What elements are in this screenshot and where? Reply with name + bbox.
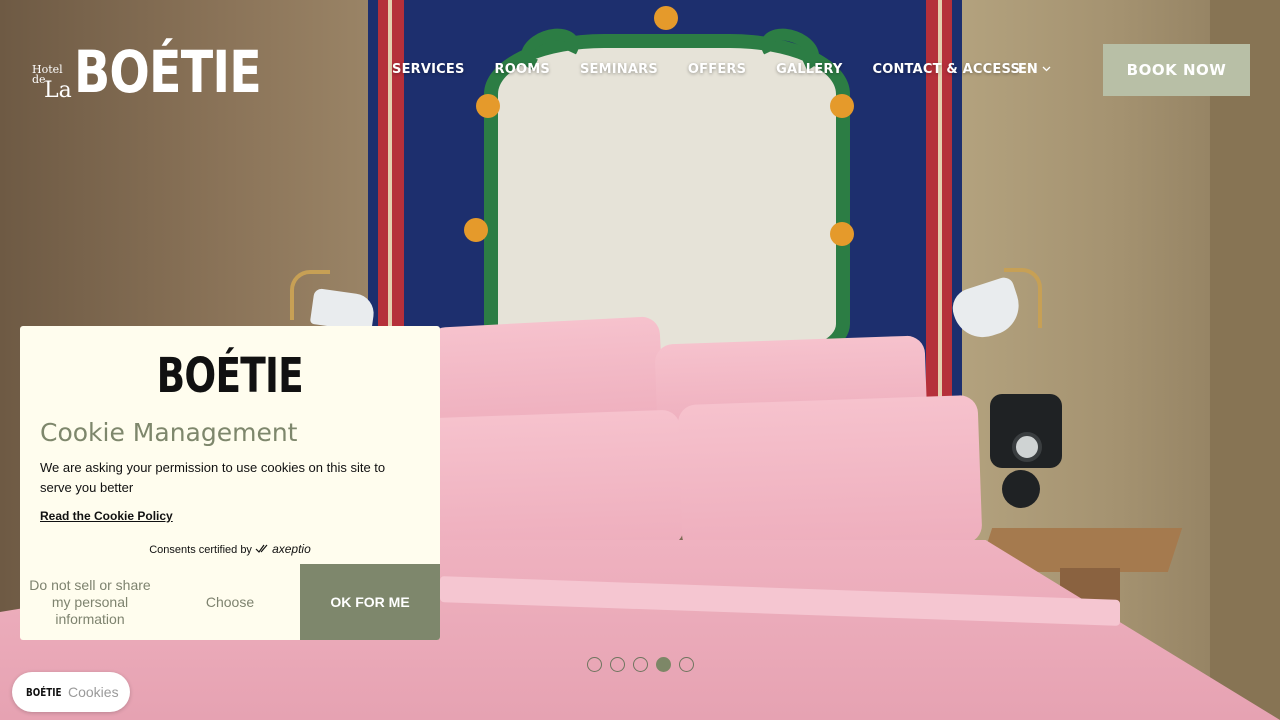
carousel-dot[interactable] <box>587 657 602 672</box>
cookie-banner: BOÉTIE Cookie Management We are asking y… <box>20 326 440 640</box>
carousel-dot[interactable] <box>610 657 625 672</box>
logo-name-text: BOÉTIE <box>74 38 262 106</box>
chevron-down-icon <box>1042 65 1051 75</box>
tapestry-dot <box>830 222 854 246</box>
telephone-dial <box>1012 432 1042 462</box>
cookie-banner-title: Cookie Management <box>40 418 298 447</box>
do-not-sell-button[interactable]: Do not sell or share my personal informa… <box>20 564 160 640</box>
cookie-banner-message: We are asking your permission to use coo… <box>40 460 386 495</box>
consent-certification: Consents certified by axeptio <box>20 542 440 556</box>
logo-la-text: La <box>44 78 72 103</box>
nav-services[interactable]: SERVICES <box>392 62 465 77</box>
main-nav: SERVICES ROOMS SEMINARS OFFERS GALLERY C… <box>392 62 1020 77</box>
cookies-pill-logo: BOÉTIE <box>26 685 62 699</box>
language-current: EN <box>1018 62 1038 77</box>
choose-button[interactable]: Choose <box>160 564 300 640</box>
nav-seminars[interactable]: SEMINARS <box>580 62 658 77</box>
tapestry-dot <box>464 218 488 242</box>
nav-offers[interactable]: OFFERS <box>688 62 746 77</box>
carousel-dot[interactable] <box>633 657 648 672</box>
hotel-logo[interactable]: Hotel de La BOÉTIE <box>30 40 262 104</box>
cookie-banner-logo: BOÉTIE <box>20 348 440 404</box>
cookies-reopen-button[interactable]: BOÉTIE Cookies <box>12 672 130 712</box>
cookie-banner-logo-text: BOÉTIE <box>156 348 304 404</box>
cookie-policy-link[interactable]: Read the Cookie Policy <box>40 509 173 523</box>
nav-gallery[interactable]: GALLERY <box>776 62 842 77</box>
nav-rooms[interactable]: ROOMS <box>495 62 550 77</box>
carousel-dot[interactable] <box>679 657 694 672</box>
pillow <box>677 394 983 554</box>
certified-brand: axeptio <box>272 542 311 556</box>
carousel-dots <box>587 657 694 672</box>
nav-contact-access[interactable]: CONTACT & ACCESS <box>872 62 1020 77</box>
certified-prefix: Consents certified by <box>149 544 252 556</box>
cookies-pill-label: Cookies <box>68 684 119 700</box>
language-selector[interactable]: EN <box>1018 62 1051 77</box>
pillow <box>417 409 685 555</box>
axeptio-check-icon <box>255 544 272 556</box>
site-header: Hotel de La BOÉTIE SERVICES ROOMS SEMINA… <box>0 0 1280 140</box>
telephone-base <box>1002 470 1040 508</box>
accept-cookies-button[interactable]: OK FOR ME <box>300 564 440 640</box>
cookie-actions: Do not sell or share my personal informa… <box>20 564 440 640</box>
book-now-button[interactable]: BOOK NOW <box>1103 44 1250 96</box>
carousel-dot-active[interactable] <box>656 657 671 672</box>
